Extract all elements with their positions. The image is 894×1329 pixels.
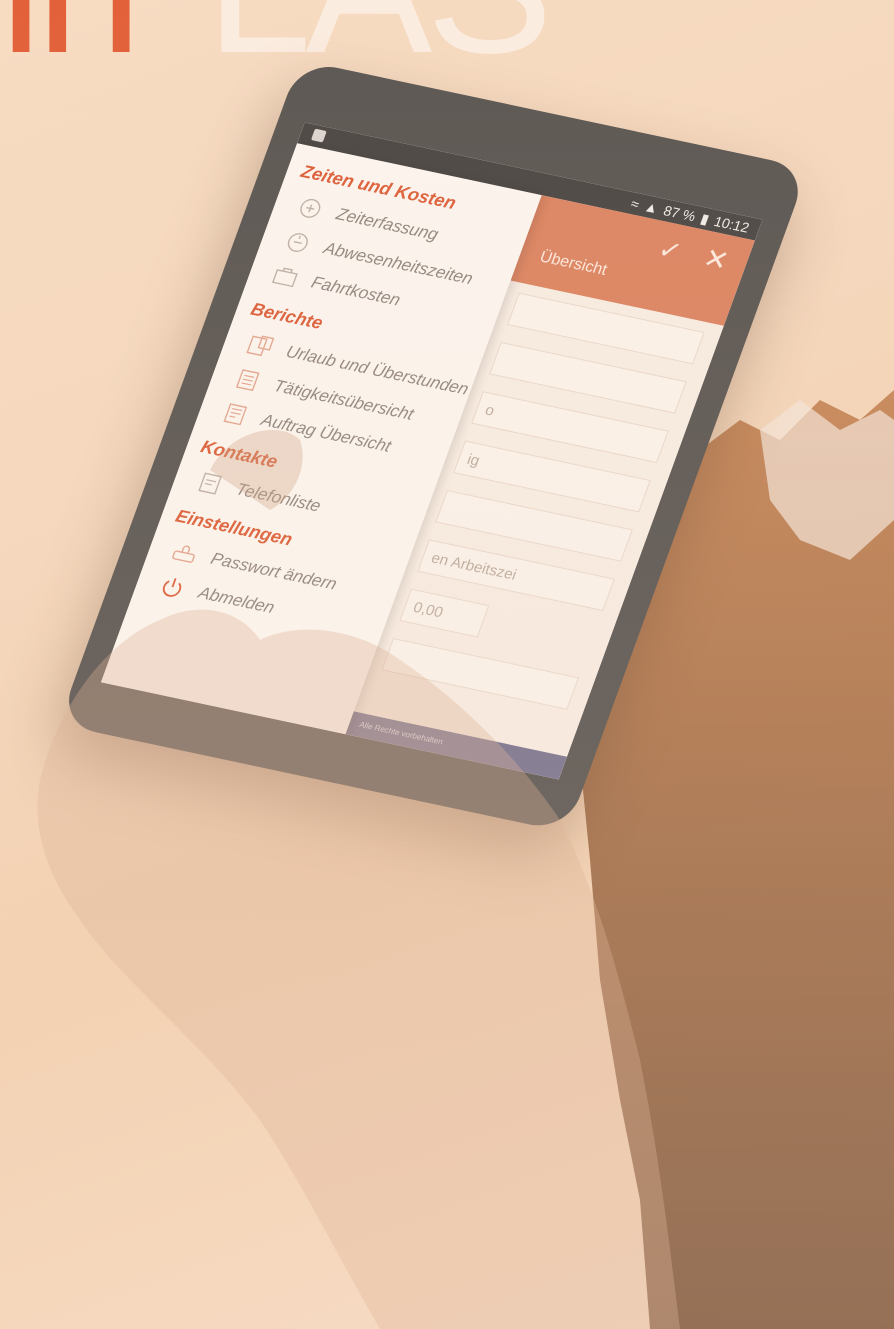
phone-list-icon — [194, 470, 227, 496]
form-field[interactable] — [381, 637, 579, 710]
headline-part-a: in — [0, 0, 142, 93]
power-icon — [156, 574, 189, 600]
scene: inLAS ≈ ▲ 87 % ▮ 10:12 ✓ ✕ Übersicht o i — [0, 0, 894, 1329]
clock-minus-icon — [281, 229, 314, 255]
briefcase-icon — [269, 264, 302, 290]
menu-item-label: Abmelden — [195, 583, 278, 618]
close-icon[interactable]: ✕ — [699, 241, 733, 277]
report-calendar-icon — [244, 333, 277, 359]
app-bar-title: Übersicht — [537, 248, 610, 279]
password-icon — [168, 540, 201, 566]
report-order-icon — [219, 401, 252, 427]
report-list-icon — [231, 367, 264, 393]
clock-plus-icon — [294, 195, 327, 221]
notification-icon — [310, 128, 327, 143]
signal-icon: ▲ — [641, 198, 662, 217]
menu-item-label: Telefonliste — [233, 479, 324, 516]
headline: inLAS — [0, 0, 553, 82]
check-icon[interactable]: ✓ — [654, 234, 686, 268]
form-field[interactable]: 0,00 — [399, 588, 490, 638]
battery-icon: ▮ — [698, 209, 712, 227]
wifi-icon: ≈ — [628, 195, 642, 213]
